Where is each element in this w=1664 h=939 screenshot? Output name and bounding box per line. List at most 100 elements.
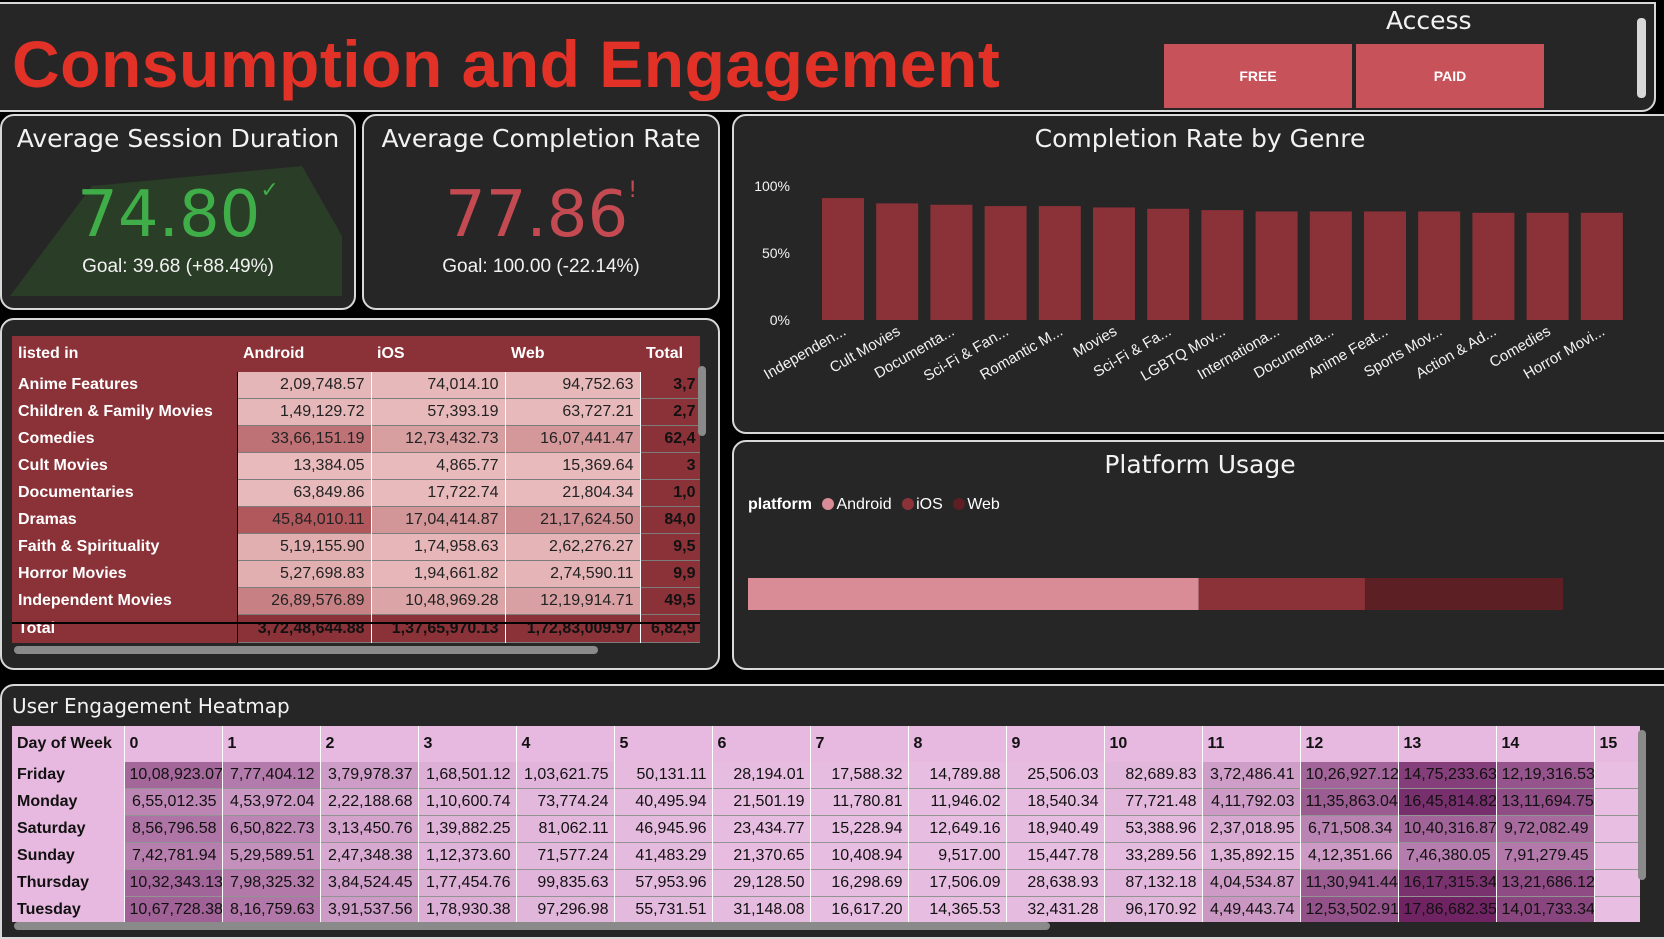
matrix-cell: 5,27,698.83: [237, 560, 372, 588]
genre-bar[interactable]: [1526, 212, 1569, 320]
heatmap-col-header[interactable]: 12: [1300, 726, 1399, 762]
heatmap-col-header[interactable]: 11: [1202, 726, 1301, 762]
genre-bar[interactable]: [1093, 207, 1135, 320]
heatmap-cell: 10,67,728.38: [124, 896, 223, 922]
genre-bar[interactable]: [984, 206, 1027, 320]
heatmap-row-label[interactable]: Saturday: [12, 815, 125, 843]
heatmap-col-header[interactable]: 1: [222, 726, 321, 762]
matrix-row-label[interactable]: Dramas: [12, 506, 238, 534]
heatmap-col-header[interactable]: 7: [810, 726, 909, 762]
heatmap-row-label[interactable]: Thursday: [12, 869, 125, 897]
matrix-row: Dramas 45,84,010.11 17,04,414.87 21,17,624.…: [12, 506, 700, 534]
heatmap-cell: 1,10,600.74: [418, 788, 517, 816]
kpi-session-goal: Goal: 39.68 (+88.49%): [82, 256, 274, 277]
heatmap-row-label[interactable]: Monday: [12, 788, 125, 816]
heatmap-cell: 97,296.98: [516, 896, 615, 922]
platform-bar-segment[interactable]: [748, 578, 1199, 610]
heatmap-col-header[interactable]: 10: [1104, 726, 1203, 762]
matrix-row-label[interactable]: Independent Movies: [12, 587, 238, 615]
heatmap-col-header[interactable]: 14: [1496, 726, 1595, 762]
matrix-cell: 21,17,624.50: [505, 506, 641, 534]
heatmap-cell: 7,42,781.94: [124, 842, 223, 870]
heatmap-col-header[interactable]: 9: [1006, 726, 1105, 762]
matrix-col-header[interactable]: Android: [237, 336, 371, 372]
alert-icon: !: [628, 178, 638, 203]
matrix-cell: 57,393.19: [371, 398, 506, 426]
heatmap-col-header[interactable]: 0: [124, 726, 223, 762]
heatmap-cell: 4,12,351.66: [1300, 842, 1399, 870]
genre-bar[interactable]: [1147, 208, 1190, 320]
genre-y-tick-label: 100%: [754, 178, 790, 194]
heatmap-col-header[interactable]: 3: [418, 726, 517, 762]
genre-bar[interactable]: [876, 203, 919, 320]
genre-bar[interactable]: [822, 198, 864, 320]
matrix-row-label[interactable]: Documentaries: [12, 479, 238, 507]
heatmap-col-header[interactable]: 4: [516, 726, 615, 762]
heatmap-cell: 6,55,: [1594, 815, 1640, 843]
heatmap-row-label[interactable]: Sunday: [12, 842, 125, 870]
genre-bar[interactable]: [1201, 210, 1244, 320]
genre-bar[interactable]: [1038, 206, 1081, 320]
matrix-horizontal-scrollbar[interactable]: [14, 646, 598, 654]
matrix-cell: 10,48,969.28: [371, 587, 506, 615]
heatmap-cell: 7,91,279.45: [1496, 842, 1595, 870]
genre-bar[interactable]: [1364, 211, 1406, 320]
kpi-session-title: Average Session Duration: [16, 124, 340, 153]
platform-bar-segment[interactable]: [1198, 578, 1365, 610]
matrix-row-label[interactable]: Children & Family Movies: [12, 398, 238, 426]
heatmap-vertical-scrollbar[interactable]: [1638, 730, 1646, 880]
heatmap-col-header[interactable]: 13: [1398, 726, 1497, 762]
heatmap-cell: 6,90,: [1594, 762, 1640, 789]
heatmap-cell: 2,37,018.95: [1202, 815, 1301, 843]
heatmap-cell: 28,194.01: [712, 762, 811, 789]
header-panel: Consumption and Engagement Access FREE P…: [0, 2, 1656, 112]
heatmap-col-header[interactable]: 2: [320, 726, 419, 762]
heatmap-cell: 14,75,233.63: [1398, 762, 1497, 789]
matrix-row-label[interactable]: Horror Movies: [12, 560, 238, 588]
heatmap-horizontal-scrollbar[interactable]: [14, 922, 1050, 930]
heatmap-cell: 21,501.19: [712, 788, 811, 816]
genre-bar[interactable]: [1309, 211, 1352, 320]
heatmap-col-header[interactable]: 8: [908, 726, 1007, 762]
heatmap-row-label[interactable]: Tuesday: [12, 896, 125, 922]
genre-bar[interactable]: [1418, 211, 1461, 320]
heatmap-cell: 7,98,325.32: [222, 869, 321, 897]
genre-platform-matrix: listed in Android iOS Web Total Anime Featur…: [12, 336, 700, 643]
heatmap-col-header[interactable]: 15: [1594, 726, 1640, 762]
heatmap-header-row: Day of Week 0 1 2 3 4 5 6 7 8 9 10 11 12 13 14 15: [12, 726, 1640, 762]
matrix-header-row: listed in Android iOS Web Total: [12, 336, 700, 372]
matrix-cell: 84,0: [640, 506, 700, 534]
genre-bar[interactable]: [1580, 212, 1623, 320]
matrix-row: Anime Features 2,09,748.57 74,014.10 94,752…: [12, 372, 700, 399]
matrix-row-label[interactable]: Total: [12, 614, 238, 643]
heatmap-cell: 1,35,892.15: [1202, 842, 1301, 870]
heatmap-cell: 3,84,524.45: [320, 869, 419, 897]
matrix-row-label[interactable]: Anime Features: [12, 372, 238, 399]
heatmap-cell: 99,835.63: [516, 869, 615, 897]
matrix-cell: 12,19,914.71: [505, 587, 641, 615]
heatmap-col-header[interactable]: 5: [614, 726, 713, 762]
heatmap-cell: 6,90,: [1594, 788, 1640, 816]
genre-bar[interactable]: [1472, 212, 1515, 320]
genre-bar[interactable]: [930, 204, 973, 320]
heatmap-cell: 8,16,759.63: [222, 896, 321, 922]
heatmap-col-header[interactable]: Day of Week: [12, 726, 125, 762]
matrix-col-header[interactable]: iOS: [371, 336, 505, 372]
matrix-row-label[interactable]: Cult Movies: [12, 452, 238, 480]
heatmap-col-header[interactable]: 6: [712, 726, 811, 762]
matrix-col-header[interactable]: listed in: [12, 336, 237, 372]
genre-bar[interactable]: [1255, 211, 1298, 320]
matrix-row: Comedies 33,66,151.19 12,73,432.73 16,07,44…: [12, 425, 700, 453]
header-scrollbar[interactable]: [1637, 18, 1646, 98]
platform-bar-segment[interactable]: [1364, 578, 1563, 610]
matrix-row-label[interactable]: Faith & Spirituality: [12, 533, 238, 561]
access-paid-button[interactable]: PAID: [1356, 44, 1544, 108]
matrix-col-header[interactable]: Total: [640, 336, 700, 372]
matrix-col-header[interactable]: Web: [505, 336, 640, 372]
matrix-row-label[interactable]: Comedies: [12, 425, 238, 453]
heatmap-row-label[interactable]: Friday: [12, 762, 125, 789]
heatmap-row: Friday 10,08,923.07 7,77,404.12 3,79,978.37…: [12, 762, 1640, 789]
matrix-vertical-scrollbar[interactable]: [698, 366, 706, 436]
access-free-button[interactable]: FREE: [1164, 44, 1352, 108]
heatmap-cell: 2,22,188.68: [320, 788, 419, 816]
